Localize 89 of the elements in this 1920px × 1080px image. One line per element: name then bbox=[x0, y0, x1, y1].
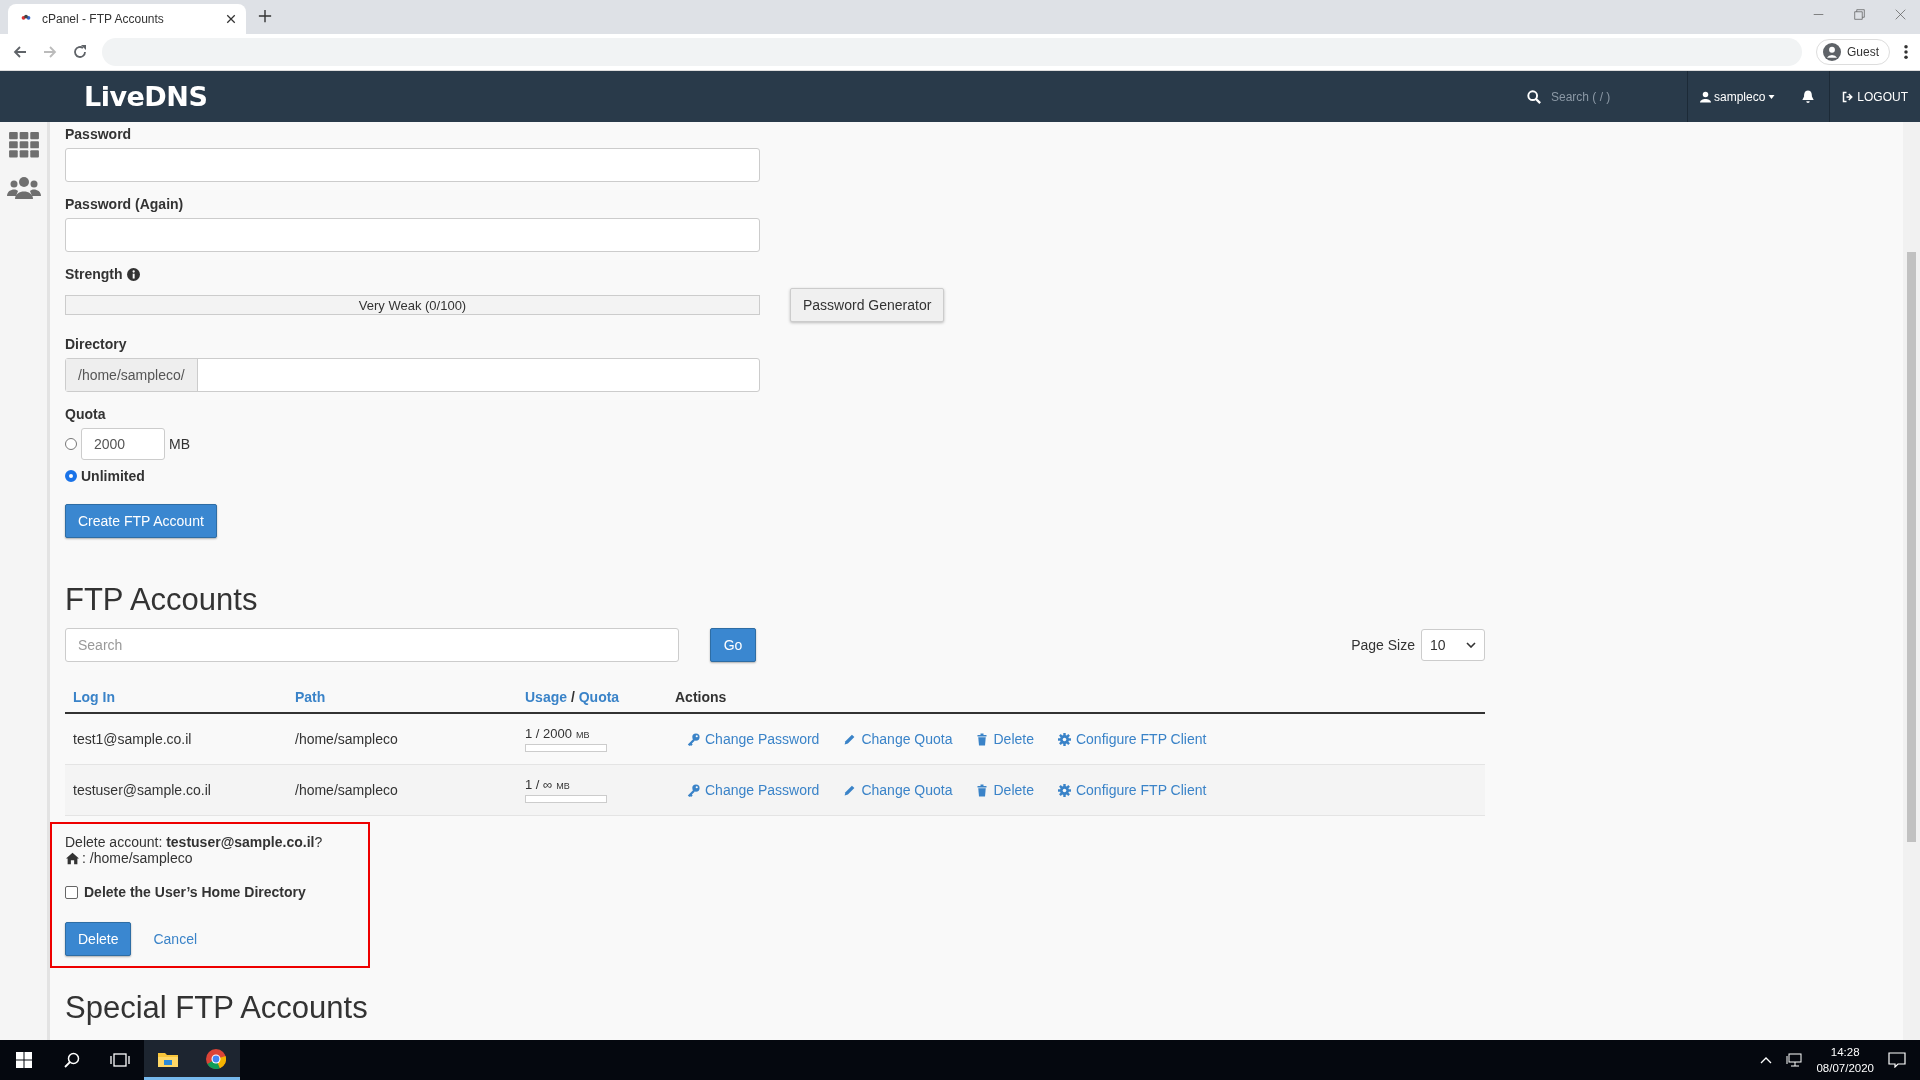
field-label: Quota bbox=[65, 406, 107, 422]
action-link[interactable]: Configure FTP Client bbox=[1057, 731, 1207, 747]
network-icon bbox=[1786, 1053, 1803, 1067]
column-header-link[interactable]: Usage bbox=[525, 689, 568, 705]
home-path: : /home/sampleco bbox=[82, 850, 193, 866]
trash-icon bbox=[976, 732, 989, 746]
create-account-button[interactable]: Create FTP Account bbox=[65, 504, 217, 538]
strength-meter: Very Weak (0/100) bbox=[65, 295, 760, 315]
field-label: Directory bbox=[65, 336, 128, 352]
radio-label: Unlimited bbox=[81, 468, 145, 484]
forward-icon bbox=[42, 44, 58, 60]
logout-icon bbox=[1842, 90, 1855, 103]
info-icon bbox=[126, 267, 140, 281]
action-link[interactable]: Change Quota bbox=[843, 731, 953, 747]
windows-icon bbox=[16, 1052, 32, 1068]
browser-icon bbox=[206, 1048, 226, 1069]
password-again-field[interactable] bbox=[65, 218, 760, 252]
user-icon bbox=[1699, 90, 1711, 103]
clock-time: 14:28 bbox=[1829, 1045, 1861, 1060]
action-link[interactable]: Change Password bbox=[687, 782, 820, 798]
chevron-up-icon bbox=[1760, 1056, 1773, 1064]
bell-icon bbox=[1801, 89, 1816, 104]
table-cell: /home/sampleco bbox=[295, 782, 398, 798]
cancel-link[interactable]: Cancel bbox=[147, 930, 204, 948]
close-window-icon bbox=[1895, 9, 1906, 20]
action-link[interactable]: Change Password bbox=[687, 731, 820, 747]
back-icon bbox=[12, 44, 28, 60]
confirmation-text: Delete account: testuser@sample.co.il? bbox=[65, 834, 324, 850]
quota-field[interactable]: 2000 bbox=[81, 428, 165, 460]
search-icon bbox=[1526, 89, 1541, 104]
password-field[interactable] bbox=[65, 148, 760, 182]
search-icon bbox=[64, 1052, 80, 1068]
restore-icon bbox=[1854, 9, 1865, 20]
reload-icon bbox=[72, 44, 88, 60]
grid-icon bbox=[8, 132, 39, 158]
action-link[interactable]: Change Quota bbox=[843, 782, 953, 798]
unit-label: MB bbox=[169, 436, 190, 452]
folder-icon bbox=[158, 1050, 178, 1067]
task-view-icon bbox=[110, 1052, 130, 1068]
section-heading: FTP Accounts bbox=[65, 582, 259, 618]
caret-icon bbox=[1768, 94, 1776, 99]
page-size-label: Page Size bbox=[1351, 637, 1415, 653]
radio-button[interactable] bbox=[65, 470, 77, 482]
field-label: Strength bbox=[65, 266, 123, 282]
table-cell: testuser@sample.co.il bbox=[73, 782, 211, 798]
password-generator-button[interactable]: Password Generator bbox=[790, 288, 945, 322]
table-cell: test1@sample.co.il bbox=[73, 731, 192, 747]
usage-text: 1 / 2000 MB bbox=[525, 726, 591, 741]
delete-button[interactable]: Delete bbox=[65, 922, 132, 956]
radio-button[interactable] bbox=[65, 438, 77, 450]
key-icon bbox=[687, 783, 700, 797]
users-icon bbox=[6, 176, 41, 200]
trash-icon bbox=[976, 783, 989, 797]
browser-tab[interactable]: cPanel - FTP Accounts bbox=[8, 4, 246, 34]
action-link[interactable]: Delete bbox=[976, 782, 1034, 798]
gear-icon bbox=[1057, 732, 1071, 746]
action-link[interactable]: Delete bbox=[976, 731, 1034, 747]
chevron-down-icon bbox=[1466, 642, 1476, 648]
column-header: Actions bbox=[675, 689, 727, 705]
page-size-select[interactable]: 10 bbox=[1421, 629, 1485, 661]
directory-field[interactable]: /home/sampleco/ bbox=[65, 358, 760, 392]
section-heading: Special FTP Accounts bbox=[65, 990, 369, 1026]
logout-button[interactable]: LOGOUT bbox=[1830, 89, 1920, 104]
avatar-icon bbox=[1823, 43, 1841, 61]
usage-text: 1 / ∞ MB bbox=[525, 777, 571, 792]
table-cell: /home/sampleco bbox=[295, 731, 398, 747]
key-icon bbox=[687, 732, 700, 746]
column-header-link[interactable]: Path bbox=[295, 689, 326, 705]
gear-icon bbox=[1057, 783, 1071, 797]
user-menu[interactable]: sampleco bbox=[1687, 71, 1788, 122]
notification-icon bbox=[1888, 1052, 1906, 1068]
new-tab-icon bbox=[258, 9, 272, 23]
logo[interactable]: LiveDNS bbox=[84, 81, 208, 112]
checkbox[interactable] bbox=[65, 885, 78, 899]
column-header-link[interactable]: Quota bbox=[578, 689, 620, 705]
field-label: Password bbox=[65, 126, 133, 142]
clock-date: 08/07/2020 bbox=[1816, 1061, 1874, 1076]
search-field[interactable]: Search bbox=[65, 628, 679, 662]
field-label: Password (Again) bbox=[65, 196, 185, 212]
close-icon bbox=[226, 14, 236, 24]
checkbox-label: Delete the User’s Home Directory bbox=[84, 884, 306, 900]
kebab-menu-icon bbox=[1904, 45, 1908, 59]
pencil-icon bbox=[843, 732, 857, 746]
column-header-link[interactable]: Log In bbox=[73, 689, 115, 705]
home-icon bbox=[65, 851, 80, 865]
go-button[interactable]: Go bbox=[710, 628, 756, 662]
separator-text: / bbox=[570, 689, 575, 705]
action-link[interactable]: Configure FTP Client bbox=[1057, 782, 1207, 798]
pencil-icon bbox=[843, 783, 857, 797]
